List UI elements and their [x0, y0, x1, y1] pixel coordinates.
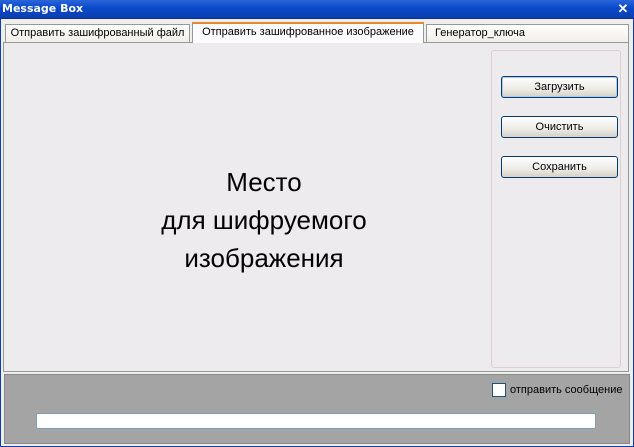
placeholder-line-1: Место: [226, 167, 302, 197]
tab-key-generator[interactable]: Генератор_ключа: [426, 24, 629, 42]
tab-strip: Отправить зашифрованный файл Отправить з…: [3, 22, 629, 43]
placeholder-line-3: изображения: [184, 243, 344, 273]
send-message-label: отправить сообщение: [510, 384, 623, 396]
tab-send-encrypted-file[interactable]: Отправить зашифрованный файл: [5, 24, 190, 42]
load-button[interactable]: Загрузить: [501, 76, 618, 98]
title-bar[interactable]: Message Box ✕: [0, 0, 634, 19]
image-placeholder[interactable]: Место для шифруемого изображения: [114, 163, 414, 277]
tab-send-encrypted-image[interactable]: Отправить зашифрованное изображение: [192, 22, 424, 43]
close-icon[interactable]: ✕: [616, 2, 630, 16]
send-message-option[interactable]: отправить сообщение: [492, 382, 622, 398]
window-body: Отправить зашифрованный файл Отправить з…: [0, 19, 634, 447]
action-panel: Загрузить Очистить Сохранить: [491, 50, 621, 368]
send-message-checkbox[interactable]: [492, 383, 506, 397]
message-input[interactable]: [36, 413, 596, 429]
bottom-panel: отправить сообщение: [4, 374, 630, 444]
clear-button[interactable]: Очистить: [501, 116, 618, 138]
save-button[interactable]: Сохранить: [501, 156, 618, 178]
window-title: Message Box: [2, 2, 84, 15]
tab-panel: Место для шифруемого изображения Загрузи…: [3, 42, 629, 372]
placeholder-line-2: для шифруемого: [161, 205, 367, 235]
